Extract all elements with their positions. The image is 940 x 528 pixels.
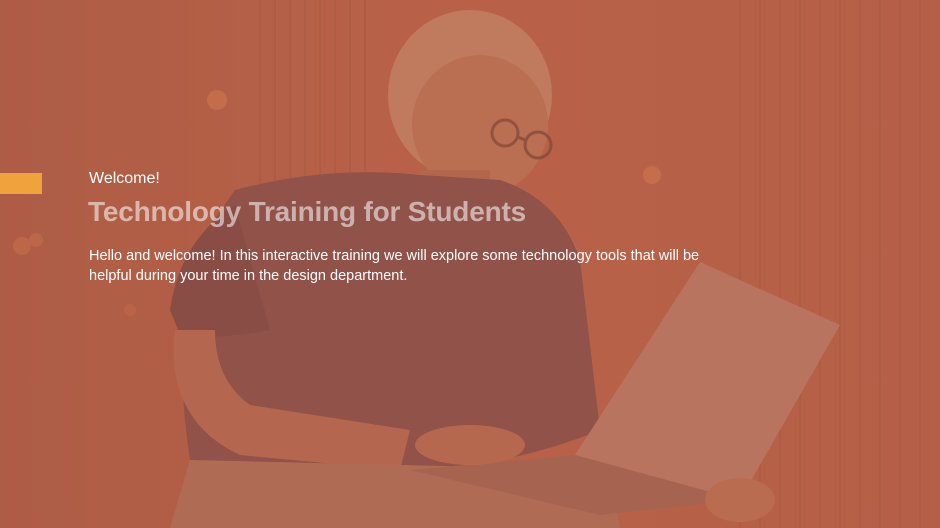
accent-bar — [0, 173, 42, 194]
intro-paragraph: Hello and welcome! In this interactive t… — [89, 248, 700, 284]
slide-title: Technology Training for Students — [88, 196, 526, 227]
welcome-label: Welcome! — [89, 170, 160, 187]
training-slide: Welcome! Technology Training for Student… — [0, 0, 940, 528]
